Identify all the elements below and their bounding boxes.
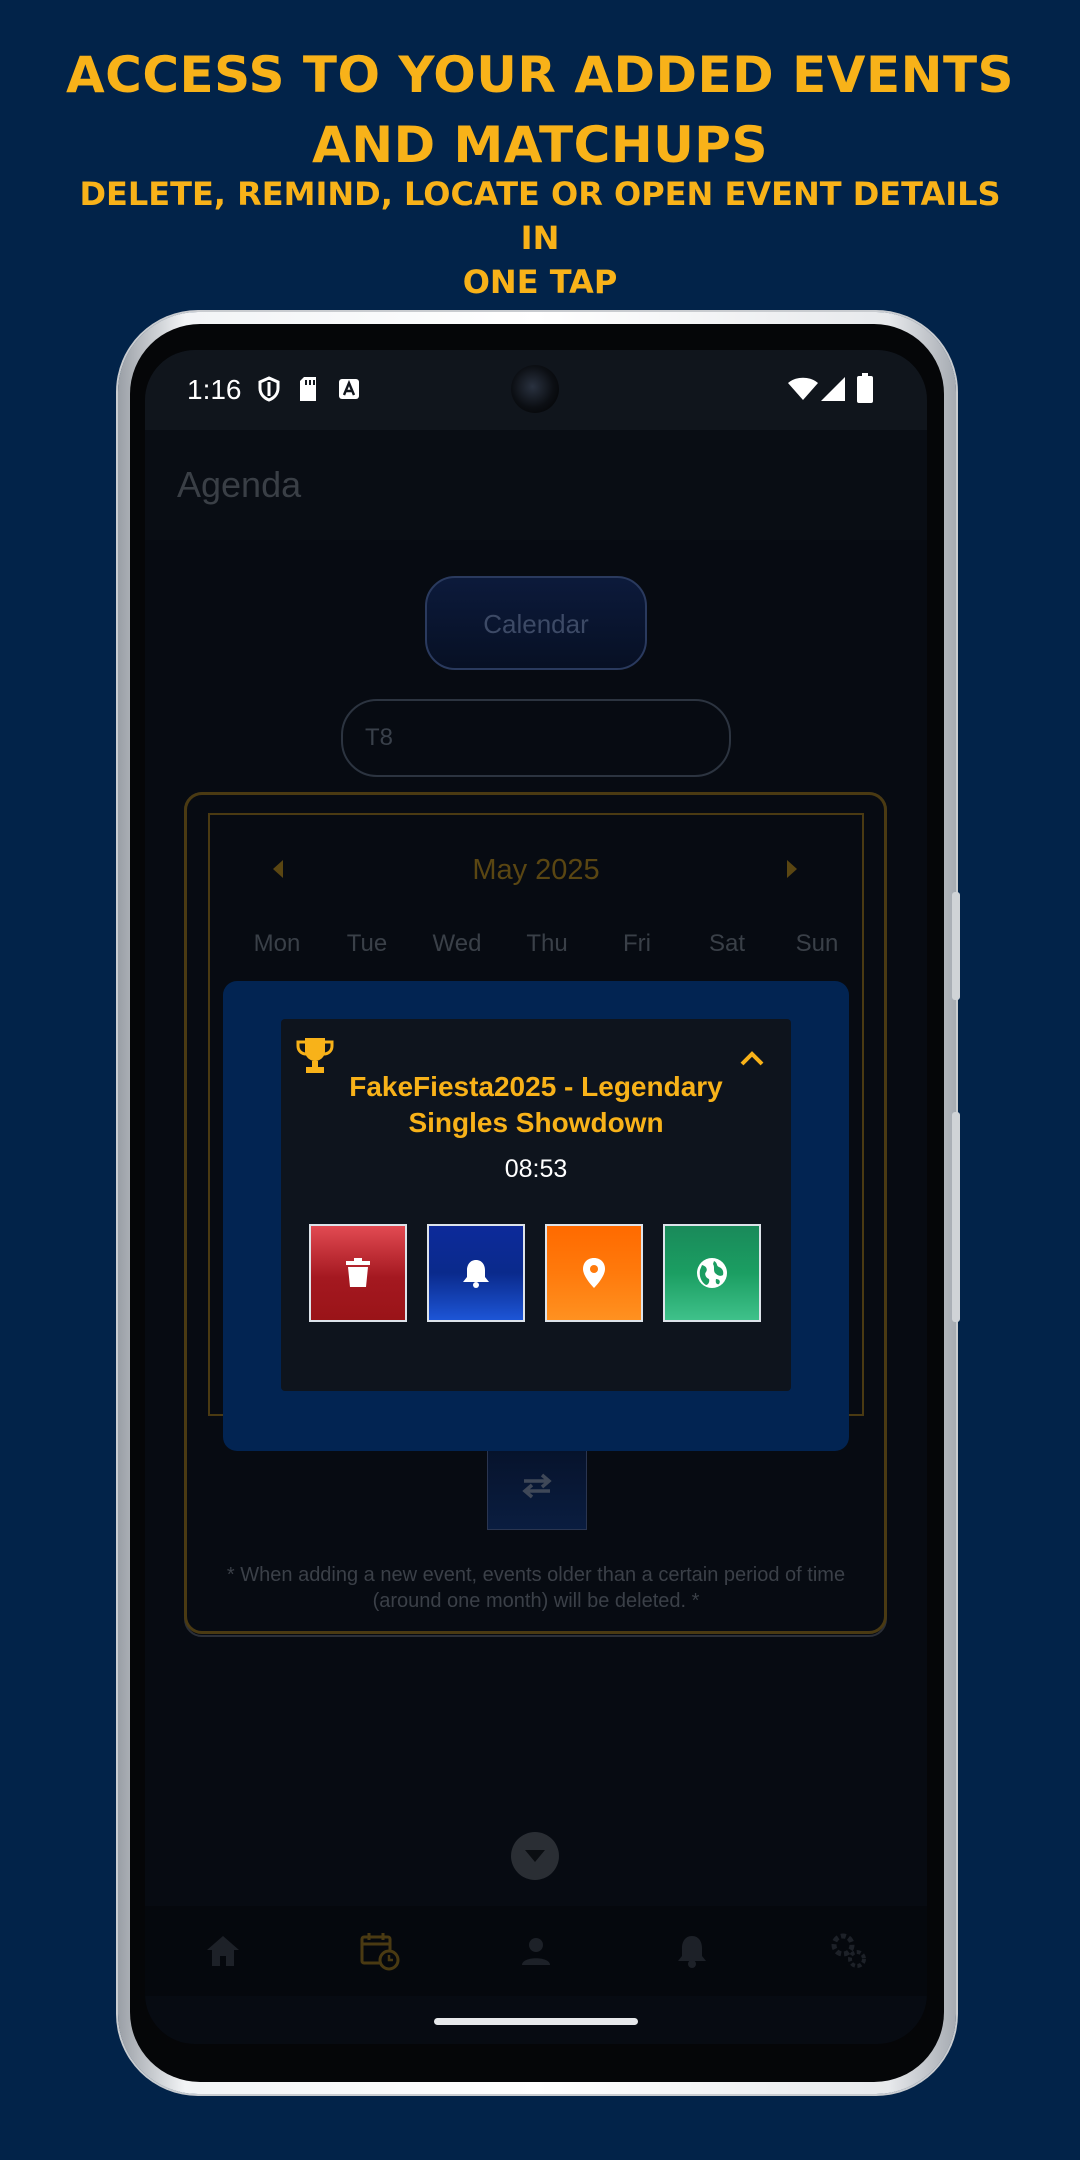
weekday-label: Wed: [432, 930, 482, 957]
person-icon: [521, 1938, 550, 1965]
shield-icon: [258, 376, 280, 402]
remind-button[interactable]: [427, 1224, 525, 1322]
promo-headline: ACCESS TO YOUR ADDED EVENTS AND MATCHUPS: [0, 40, 1080, 180]
weekday-label: Mon: [253, 930, 301, 957]
swap-button[interactable]: [487, 1442, 587, 1530]
weekday-label: Thu: [526, 930, 568, 957]
home-icon: [207, 1936, 240, 1966]
headline-line-2: AND MATCHUPS: [312, 116, 768, 174]
bell-icon: [678, 1936, 707, 1968]
calendar-month: May 2025: [472, 854, 600, 886]
app-screen: 1:16 Agenda Calendar T8 May 2025 Mon Tue…: [145, 350, 927, 2044]
location-pin-icon: [583, 1258, 605, 1288]
promo-subline: DELETE, REMIND, LOCATE OR OPEN EVENT DET…: [60, 172, 1020, 304]
nav-settings[interactable]: [809, 1921, 889, 1981]
gesture-bar[interactable]: [434, 2018, 638, 2025]
cleanup-note: * When adding a new event, events older …: [226, 1564, 846, 1612]
next-month-icon[interactable]: [787, 860, 797, 878]
nav-agenda[interactable]: [340, 1921, 420, 1981]
event-popup: FakeFiesta2025 - Legendary Singles Showd…: [281, 1019, 791, 1391]
wifi-icon: [788, 377, 818, 400]
headline-line-1: ACCESS TO YOUR ADDED EVENTS: [65, 46, 1015, 104]
locate-button[interactable]: [545, 1224, 643, 1322]
page-title: Agenda: [177, 464, 302, 505]
weekday-header: Mon Tue Wed Thu Fri Sat Sun: [232, 930, 862, 958]
font-a-icon: [339, 379, 359, 399]
event-time: 08:53: [504, 1155, 568, 1183]
nav-profile[interactable]: [496, 1921, 576, 1981]
weekday-label: Tue: [346, 930, 388, 957]
chevron-up-icon[interactable]: [739, 1049, 765, 1067]
status-time: 1:16: [187, 374, 242, 405]
swap-arrows-icon: [522, 1473, 552, 1499]
subline-line-2: ONE TAP: [462, 263, 618, 301]
nav-notifications[interactable]: [652, 1921, 732, 1981]
trash-icon: [346, 1258, 370, 1287]
scroll-down-button[interactable]: [511, 1832, 559, 1880]
event-title: FakeFiesta2025 - Legendary Singles Showd…: [349, 1071, 723, 1138]
weekday-label: Sun: [795, 930, 839, 957]
cell-signal-icon: [821, 377, 845, 401]
bottom-navigation: [145, 1906, 927, 1996]
power-button: [952, 1112, 960, 1322]
app-bar: Agenda: [145, 430, 927, 540]
open-details-button[interactable]: [663, 1224, 761, 1322]
filter-input[interactable]: T8: [341, 699, 731, 777]
weekday-label: Sat: [708, 930, 746, 957]
battery-icon: [857, 373, 873, 403]
settings-icon: [831, 1933, 866, 1968]
globe-icon: [697, 1258, 727, 1288]
calendar-button[interactable]: Calendar: [425, 576, 647, 670]
nav-home[interactable]: [183, 1921, 263, 1981]
chevron-down-icon: [525, 1850, 545, 1862]
subline-line-1: DELETE, REMIND, LOCATE OR OPEN EVENT DET…: [79, 175, 1001, 257]
front-camera: [511, 365, 559, 413]
status-bar: 1:16: [145, 350, 927, 430]
volume-button: [952, 892, 960, 1000]
delete-button[interactable]: [309, 1224, 407, 1322]
weekday-label: Fri: [623, 930, 651, 957]
bell-icon: [463, 1260, 489, 1288]
sd-card-icon: [300, 377, 316, 401]
calendar-clock-icon: [360, 1933, 400, 1971]
